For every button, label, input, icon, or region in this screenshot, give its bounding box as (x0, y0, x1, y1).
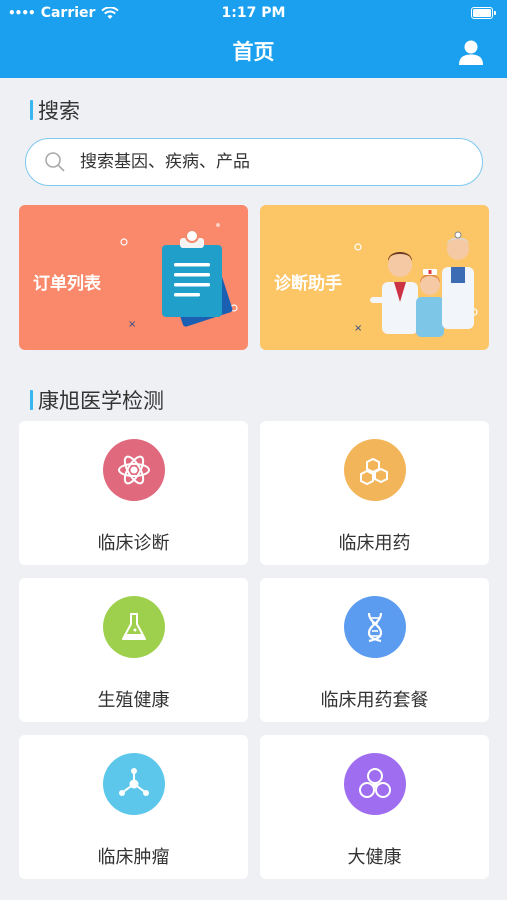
card-label: 临床用药套餐 (320, 690, 429, 711)
order-list-label: 订单列表 (33, 274, 101, 294)
dna-icon (344, 596, 406, 658)
search-input[interactable] (80, 152, 440, 172)
search-section-label: 搜索 (38, 99, 80, 123)
section-marker (30, 100, 33, 120)
diagnosis-assistant-banner[interactable]: × 诊断助手 (260, 205, 489, 350)
diagnosis-assistant-label: 诊断助手 (274, 274, 342, 294)
card-label: 生殖健康 (97, 690, 170, 711)
molecule-icon (344, 439, 406, 501)
search-box[interactable] (25, 138, 483, 186)
search-section-title: 搜索 (30, 95, 80, 125)
section-marker (30, 390, 33, 410)
battery-icon (471, 7, 496, 19)
flask-icon (103, 596, 165, 658)
status-bar: •••• Carrier 1:17 PM (0, 0, 507, 28)
general-health-card[interactable]: 大健康 (260, 735, 489, 879)
atom-icon (103, 439, 165, 501)
clinical-diagnosis-card[interactable]: 临床诊断 (19, 421, 248, 565)
order-list-banner[interactable]: × 订单列表 (19, 205, 248, 350)
reproductive-health-card[interactable]: 生殖健康 (19, 578, 248, 722)
profile-icon[interactable] (457, 38, 485, 66)
search-icon (45, 152, 65, 172)
card-label: 临床肿瘤 (97, 847, 170, 868)
svg-text:×: × (128, 319, 136, 330)
biohazard-icon (344, 753, 406, 815)
medication-package-card[interactable]: 临床用药套餐 (260, 578, 489, 722)
clinical-oncology-card[interactable]: 临床肿瘤 (19, 735, 248, 879)
cell-icon (103, 753, 165, 815)
top-bar: •••• Carrier 1:17 PM 首页 (0, 0, 507, 78)
test-section-title: 康旭医学检测 (30, 385, 164, 415)
status-time: 1:17 PM (221, 5, 286, 21)
page-title: 首页 (232, 40, 275, 64)
card-label: 大健康 (347, 847, 402, 868)
svg-text:×: × (354, 323, 362, 334)
clipboard-illustration: × (120, 223, 238, 330)
card-label: 临床用药 (338, 533, 411, 554)
clinical-medication-card[interactable]: 临床用药 (260, 421, 489, 565)
card-label: 临床诊断 (97, 533, 170, 554)
doctors-illustration: × (354, 231, 478, 337)
test-section-label: 康旭医学检测 (38, 389, 164, 413)
